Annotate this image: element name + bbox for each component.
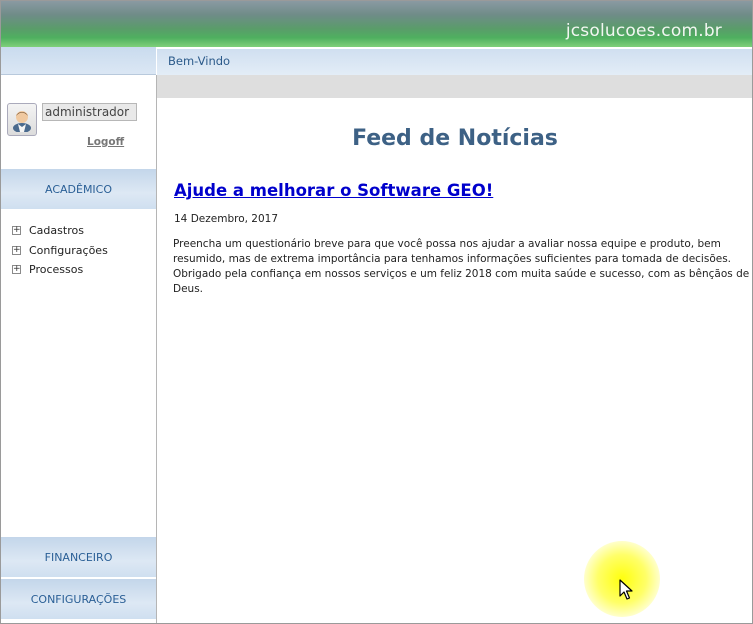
- expand-plus-icon[interactable]: +: [12, 226, 21, 236]
- username-field[interactable]: administrador: [42, 103, 137, 121]
- sidebar: administrador Logoff ACADÊMICO + Cadastr…: [1, 75, 157, 623]
- section-financeiro[interactable]: FINANCEIRO: [1, 537, 156, 577]
- tree-item-processos[interactable]: + Processos: [12, 260, 108, 280]
- news-date: 14 Dezembro, 2017: [174, 213, 279, 225]
- breadcrumb[interactable]: Bem-Vindo: [168, 54, 230, 68]
- top-banner: jcsolucoes.com.br: [1, 1, 752, 47]
- sidebar-top-strip: [1, 47, 156, 75]
- tree-item-cadastros[interactable]: + Cadastros: [12, 221, 108, 241]
- expand-plus-icon[interactable]: +: [12, 265, 21, 275]
- section-academico[interactable]: ACADÊMICO: [1, 169, 156, 209]
- academico-tree: + Cadastros + Configurações + Processos: [12, 221, 108, 280]
- tree-item-configuracoes[interactable]: + Configurações: [12, 241, 108, 261]
- user-avatar-icon[interactable]: [7, 103, 37, 136]
- toolbar-strip: [157, 75, 752, 98]
- breadcrumb-bar: Bem-Vindo: [157, 49, 752, 75]
- page-title: Feed de Notícias: [352, 126, 558, 151]
- tree-item-label: Cadastros: [29, 224, 84, 238]
- site-name: jcsolucoes.com.br: [565, 21, 722, 41]
- expand-plus-icon[interactable]: +: [12, 245, 21, 255]
- tree-item-label: Configurações: [29, 243, 108, 257]
- tree-item-label: Processos: [29, 263, 84, 277]
- logoff-link[interactable]: Logoff: [87, 136, 124, 148]
- news-body: Preencha um questionário breve para que …: [173, 238, 750, 295]
- app-window: jcsolucoes.com.br Bem-Vindo administrado…: [0, 0, 753, 624]
- section-configuracoes[interactable]: CONFIGURAÇÕES: [1, 579, 156, 619]
- news-title-link[interactable]: Ajude a melhorar o Software GEO!: [174, 181, 493, 200]
- main-content: Feed de Notícias Ajude a melhorar o Soft…: [158, 98, 752, 623]
- mouse-cursor-icon: [619, 579, 633, 600]
